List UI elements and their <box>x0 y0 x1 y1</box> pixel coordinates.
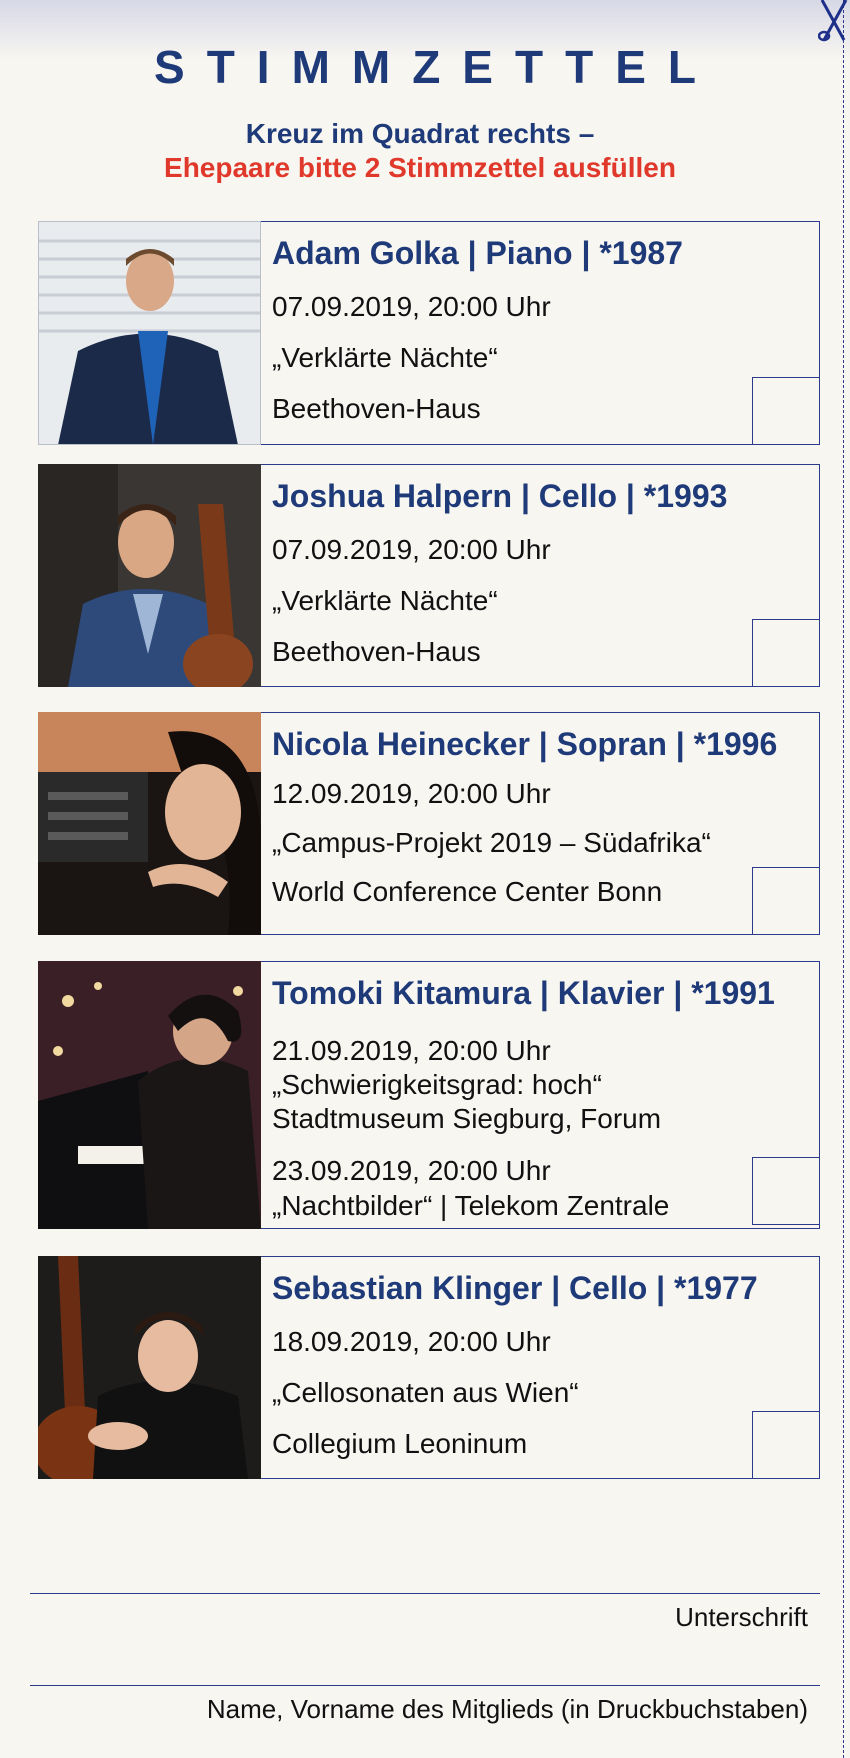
event-title: „Verklärte Nächte“ <box>272 585 498 616</box>
event-title: „Verklärte Nächte“ <box>272 342 498 373</box>
event-date: 23.09.2019, 20:00 Uhr <box>272 1155 551 1186</box>
candidate-name: Joshua Halpern | Cello | *1993 <box>272 478 728 514</box>
vote-checkbox[interactable] <box>752 377 820 445</box>
event-date: 12.09.2019, 20:00 Uhr <box>272 778 551 809</box>
candidate-photo <box>38 712 261 935</box>
event-venue: Beethoven-Haus <box>272 393 481 424</box>
name-line <box>30 1685 820 1686</box>
candidate-entry: Tomoki Kitamura | Klavier | *1991 21.09.… <box>38 961 820 1229</box>
event-venue: Beethoven-Haus <box>272 636 481 667</box>
candidate-name: Tomoki Kitamura | Klavier | *1991 <box>272 975 775 1011</box>
event-venue: World Conference Center Bonn <box>272 876 663 907</box>
event-date: 21.09.2019, 20:00 Uhr <box>272 1035 551 1066</box>
vote-checkbox[interactable] <box>752 1411 820 1479</box>
ballot-title: STIMMZETTEL <box>154 41 718 93</box>
event-date: 18.09.2019, 20:00 Uhr <box>272 1326 551 1357</box>
candidate-entry: Sebastian Klinger | Cello | *1977 18.09.… <box>38 1256 820 1479</box>
cut-line <box>843 0 844 1758</box>
vote-checkbox[interactable] <box>752 867 820 935</box>
signature-label: Unterschrift <box>675 1602 808 1632</box>
event-title-venue: „Nachtbilder“ | Telekom Zentrale <box>272 1190 670 1221</box>
signature-line <box>30 1593 820 1594</box>
candidate-photo <box>38 961 261 1229</box>
event-venue: Stadtmuseum Siegburg, Forum <box>272 1103 662 1134</box>
name-label: Name, Vorname des Mitglieds (in Druckbuc… <box>206 1694 808 1724</box>
candidate-entry: Nicola Heinecker | Sopran | *1996 12.09.… <box>38 712 820 935</box>
event-date: 07.09.2019, 20:00 Uhr <box>272 534 551 565</box>
event-date: 07.09.2019, 20:00 Uhr <box>272 291 551 322</box>
scissors-icon <box>818 0 848 42</box>
couples-note: Ehepaare bitte 2 Stimmzettel ausfüllen <box>164 152 676 183</box>
vote-checkbox[interactable] <box>752 1157 820 1225</box>
candidate-entry: Adam Golka | Piano | *1987 07.09.2019, 2… <box>38 221 820 445</box>
candidate-name: Nicola Heinecker | Sopran | *1996 <box>272 726 778 762</box>
candidate-photo <box>38 464 261 687</box>
event-title: „Campus-Projekt 2019 – Südafrika“ <box>272 827 711 858</box>
candidate-entry: Joshua Halpern | Cello | *1993 07.09.201… <box>38 464 820 687</box>
instruction-line: Kreuz im Quadrat rechts – <box>245 118 595 149</box>
candidate-photo <box>38 221 261 445</box>
event-title: „Schwierigkeitsgrad: hoch“ <box>272 1069 602 1100</box>
event-venue: Collegium Leoninum <box>272 1428 528 1459</box>
candidate-name: Adam Golka | Piano | *1987 <box>272 235 683 271</box>
event-title: „Cellosonaten aus Wien“ <box>272 1377 579 1408</box>
vote-checkbox[interactable] <box>752 619 820 687</box>
candidate-name: Sebastian Klinger | Cello | *1977 <box>272 1270 758 1306</box>
candidate-photo <box>38 1256 261 1479</box>
